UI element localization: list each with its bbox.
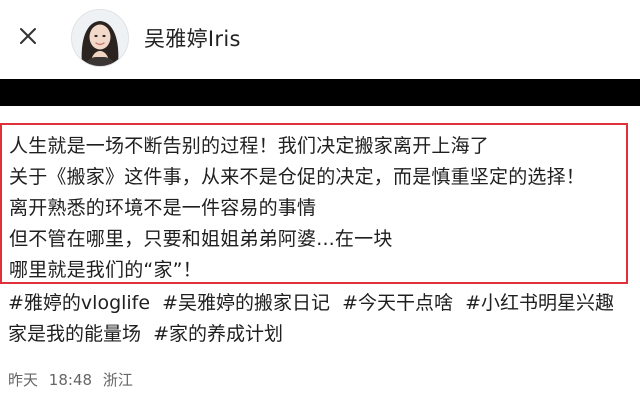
post-line: 关于《搬家》这件事，从来不是仓促的决定，而是慎重坚定的选择！ (9, 166, 586, 188)
post-line: 哪里就是我们的“家”！ (9, 259, 202, 281)
username[interactable]: 吴雅婷Iris (144, 23, 241, 53)
tag-row: #雅婷的vloglife #吴雅婷的搬家日记 #今天干点啥 #小红书明星兴趣 (8, 288, 620, 315)
avatar-image (72, 10, 128, 66)
post-time: 18:48 (48, 371, 93, 389)
hashtag[interactable]: 家是我的能量场 (8, 323, 141, 345)
post-header: 吴雅婷Iris (0, 0, 640, 76)
hashtag[interactable]: #今天干点啥 (342, 292, 453, 314)
post-meta: 昨天 18:48 浙江 (8, 369, 139, 390)
post-location: 浙江 (102, 371, 133, 389)
tag-row: 家是我的能量场 #家的养成计划 (8, 319, 289, 346)
close-button[interactable] (14, 22, 42, 50)
post-date: 昨天 (8, 371, 39, 389)
redaction-bar (0, 79, 640, 106)
post-line: 离开熟悉的环境不是一件容易的事情 (9, 197, 317, 219)
hashtag[interactable]: #小红书明星兴趣 (465, 292, 614, 314)
hashtag[interactable]: #家的养成计划 (153, 323, 283, 345)
post-line: 但不管在哪里，只要和姐姐弟弟阿婆...在一块 (9, 228, 393, 250)
post-line: 人生就是一场不断告别的过程！我们决定搬家离开上海了 (9, 135, 490, 157)
avatar[interactable] (71, 9, 129, 67)
close-icon (20, 28, 36, 44)
post-detail-page: 吴雅婷Iris 人生就是一场不断告别的过程！我们决定搬家离开上海了 关于《搬家》… (0, 0, 640, 410)
hashtag[interactable]: #吴雅婷的搬家日记 (162, 292, 330, 314)
hashtag[interactable]: #雅婷的vloglife (8, 292, 150, 314)
post-text-highlight: 人生就是一场不断告别的过程！我们决定搬家离开上海了 关于《搬家》这件事，从来不是… (0, 123, 628, 284)
